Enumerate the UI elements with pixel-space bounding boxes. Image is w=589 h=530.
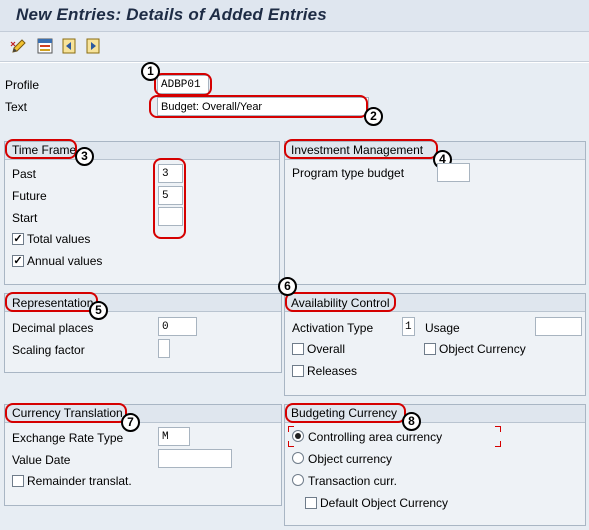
start-label: Start (12, 211, 38, 225)
annotation-highlight-6 (285, 292, 396, 312)
object-currency-radio[interactable] (292, 452, 304, 464)
decimal-places-field[interactable]: 0 (158, 317, 197, 336)
application-toolbar (0, 32, 589, 62)
total-values-label: Total values (27, 232, 91, 246)
previous-entry-icon[interactable] (60, 37, 78, 55)
annotation-number-7: 7 (121, 413, 140, 432)
controlling-area-currency-radio[interactable] (292, 430, 304, 442)
annotation-number-5: 5 (89, 301, 108, 320)
transaction-currency-radio[interactable] (292, 474, 304, 486)
transaction-currency-label: Transaction curr. (308, 474, 397, 488)
overall-label: Overall (307, 342, 346, 356)
future-label: Future (12, 189, 47, 203)
usage-label: Usage (425, 321, 460, 335)
value-date-field[interactable] (158, 449, 232, 468)
default-object-currency-label: Default Object Currency (320, 496, 449, 510)
activation-type-field[interactable]: 1 (402, 317, 415, 336)
annotation-highlight-2 (149, 95, 368, 118)
focus-bracket-bl (288, 441, 294, 447)
exchange-rate-field[interactable]: M (158, 427, 190, 446)
profile-label: Profile (5, 78, 40, 92)
object-currency-option-label: Object currency (308, 452, 393, 466)
annotation-number-6: 6 (278, 277, 297, 296)
annotation-highlight-3 (5, 139, 77, 159)
program-type-label: Program type budget (292, 166, 405, 180)
annotation-highlight-1 (154, 73, 212, 96)
total-values-checkbox[interactable]: ✓ (12, 233, 24, 245)
annual-values-label: Annual values (27, 254, 103, 268)
annotation-number-8: 8 (402, 412, 421, 431)
object-currency-label: Object Currency (439, 342, 526, 356)
title-bar: New Entries: Details of Added Entries (0, 0, 589, 32)
focus-bracket-br (495, 441, 501, 447)
program-type-field[interactable] (437, 163, 470, 182)
default-object-currency-checkbox[interactable] (305, 497, 317, 509)
remainder-checkbox[interactable] (12, 475, 24, 487)
annotation-highlight-7 (5, 403, 127, 423)
past-label: Past (12, 167, 37, 181)
next-entry-icon[interactable] (84, 37, 102, 55)
object-currency-checkbox[interactable] (424, 343, 436, 355)
exchange-rate-label: Exchange Rate Type (12, 431, 124, 445)
scaling-factor-field[interactable] (158, 339, 170, 358)
annotation-number-3: 3 (75, 147, 94, 166)
scaling-factor-label: Scaling factor (12, 343, 85, 357)
decimal-places-label: Decimal places (12, 321, 94, 335)
annotation-highlight-5 (5, 292, 98, 312)
annual-values-checkbox[interactable]: ✓ (12, 255, 24, 267)
text-label: Text (5, 100, 28, 114)
annotation-highlight-4 (284, 139, 438, 159)
releases-label: Releases (307, 364, 358, 378)
window-title: New Entries: Details of Added Entries (16, 5, 327, 24)
annotation-number-1: 1 (141, 62, 160, 81)
activation-type-label: Activation Type (292, 321, 374, 335)
annotation-number-2: 2 (364, 107, 383, 126)
annotation-highlight-3b (153, 158, 186, 239)
releases-checkbox[interactable] (292, 365, 304, 377)
edit-pencil-icon[interactable] (10, 37, 28, 55)
usage-field[interactable] (535, 317, 582, 336)
controlling-area-currency-label: Controlling area currency (308, 430, 443, 444)
value-date-label: Value Date (12, 453, 71, 467)
overall-checkbox[interactable] (292, 343, 304, 355)
select-block-icon[interactable] (36, 37, 54, 55)
remainder-label: Remainder translat. (27, 474, 132, 488)
focus-bracket-tr (495, 426, 501, 432)
annotation-highlight-8 (285, 403, 406, 423)
